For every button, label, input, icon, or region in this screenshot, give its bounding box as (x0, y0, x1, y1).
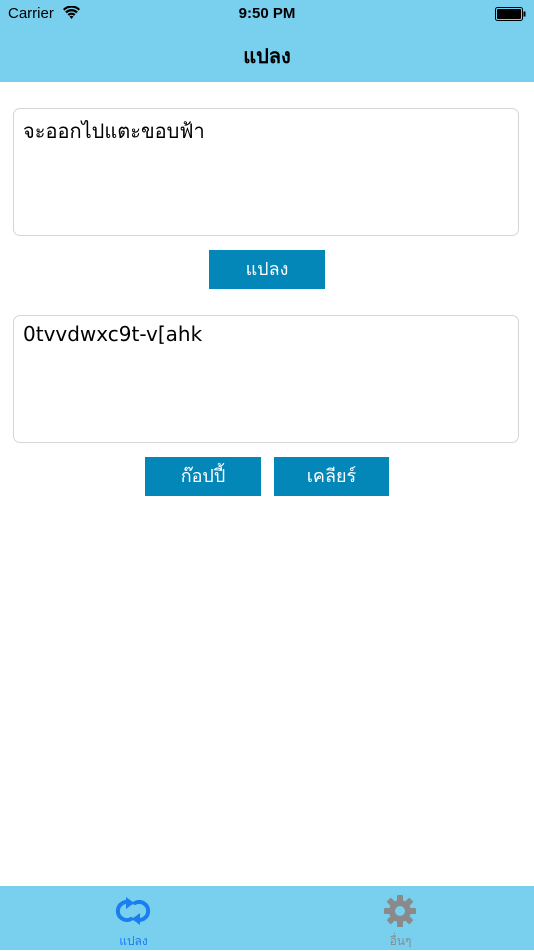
page-title: แปลง (243, 44, 291, 68)
input-text-area[interactable]: จะออกไปแตะขอบฟ้า (13, 108, 519, 236)
battery-icon (495, 7, 526, 21)
convert-icon (115, 897, 151, 925)
status-time: 9:50 PM (238, 5, 296, 22)
output-text: 0tvvdwxc9t-v[ahk (23, 322, 203, 346)
convert-button[interactable]: แปลง (209, 250, 325, 289)
copy-button[interactable]: ก๊อปปี้ (145, 457, 261, 496)
tab-other[interactable]: อื่นๆ (267, 886, 534, 950)
tab-other-label: อื่นๆ (389, 934, 412, 948)
navigation-bar: แปลง (0, 28, 534, 82)
output-text-area[interactable]: 0tvvdwxc9t-v[ahk (13, 315, 519, 443)
tab-bar: แปลง อื่นๆ (0, 886, 534, 950)
gear-icon (384, 895, 416, 927)
clear-button[interactable]: เคลียร์ (274, 457, 389, 496)
tab-convert[interactable]: แปลง (0, 886, 267, 950)
status-bar: Carrier 9:50 PM (0, 0, 534, 28)
input-text: จะออกไปแตะขอบฟ้า (23, 119, 205, 143)
tab-convert-label: แปลง (119, 934, 148, 948)
